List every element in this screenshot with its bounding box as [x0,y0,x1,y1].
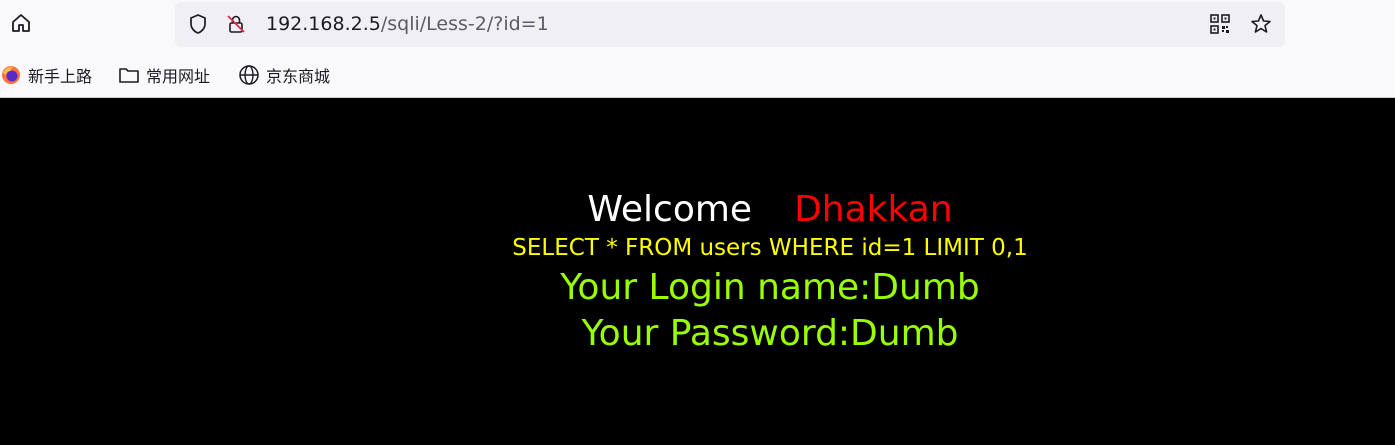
bookmark-newbie-guide[interactable]: 新手上路 [0,62,92,88]
url-text[interactable]: 192.168.2.5/sqli/Less-2/?id=1 [266,13,549,35]
bookmark-label: 京东商城 [266,67,331,86]
url-path: /sqli/Less-2/?id=1 [380,13,549,35]
navigation-bar: 192.168.2.5/sqli/Less-2/?id=1 [0,0,1395,50]
page-content: Welcome Dhakkan SELECT * FROM users WHERE… [0,98,1395,445]
bookmark-label: 新手上路 [28,67,93,86]
insecure-lock-icon[interactable] [225,13,247,35]
bookmark-jd-mall[interactable]: 京东商城 [238,62,330,88]
home-button[interactable] [6,10,36,40]
bookmarks-toolbar: 新手上路 常用网址 京东商城 [0,56,1395,94]
bookmark-common-sites[interactable]: 常用网址 [118,62,210,88]
browser-toolbar: 192.168.2.5/sqli/Less-2/?id=1 新手上路 常用网址 … [0,0,1395,98]
password-result: Your Password:Dumb [581,313,959,354]
username-text: Dhakkan [794,189,953,230]
shield-icon[interactable] [187,13,209,35]
sql-query-text: SELECT * FROM users WHERE id=1 LIMIT 0,1 [512,235,1028,261]
star-icon[interactable] [1249,12,1273,36]
address-bar[interactable]: 192.168.2.5/sqli/Less-2/?id=1 [175,2,1285,47]
welcome-heading: Welcome Dhakkan [0,190,1395,230]
url-host: 192.168.2.5 [266,13,381,35]
globe-icon [238,64,260,86]
bookmark-label: 常用网址 [146,67,211,86]
home-icon [9,11,33,39]
folder-icon [118,64,140,86]
welcome-text: Welcome [587,189,753,230]
qr-code-icon[interactable] [1209,13,1231,35]
login-name-result: Your Login name:Dumb [560,267,980,308]
firefox-icon [0,64,22,86]
